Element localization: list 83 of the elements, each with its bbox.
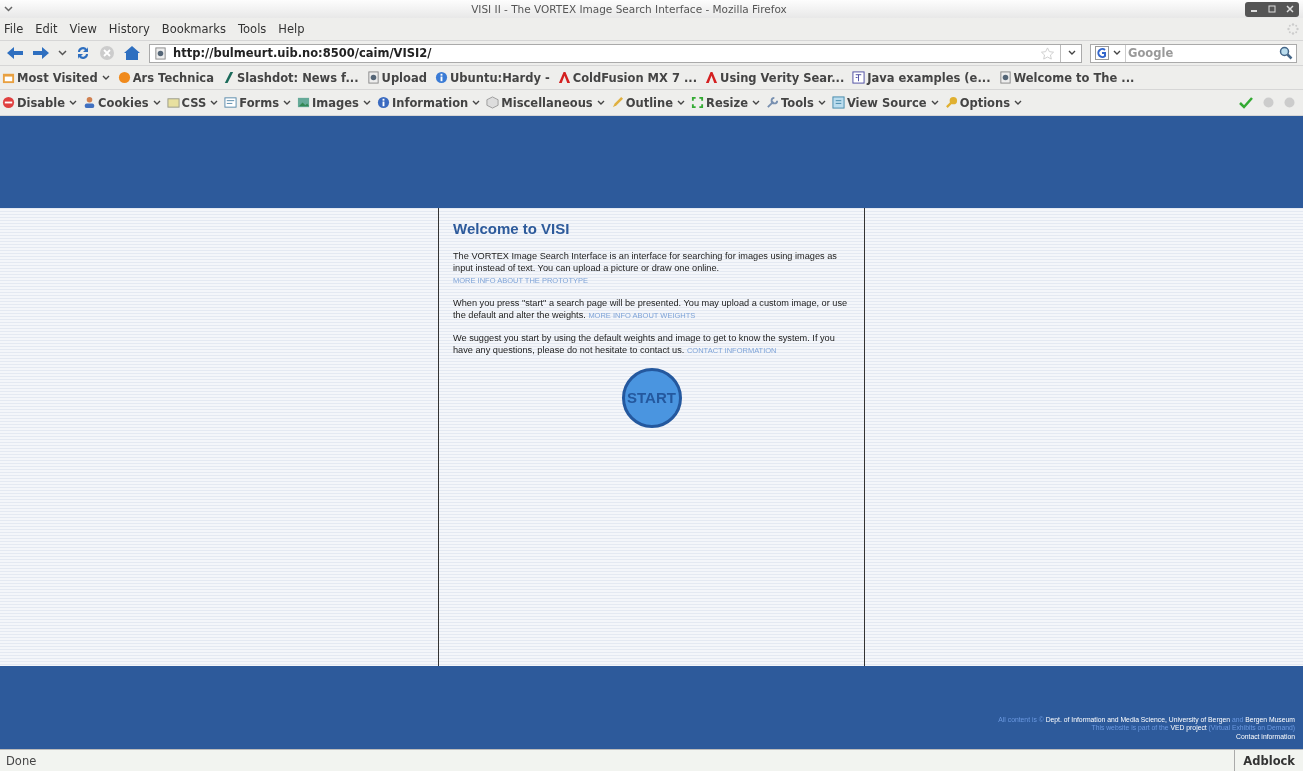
search-field[interactable]: Google [1126,45,1279,61]
caret-icon [677,99,686,106]
search-icon[interactable] [1279,46,1293,60]
menu-item[interactable]: View [69,22,97,36]
caret-icon [210,99,219,106]
form-icon [224,96,238,109]
key-icon [944,96,958,109]
caret-icon [596,99,605,106]
caret-icon [752,99,760,106]
bookmark-item[interactable]: Slashdot: News f... [221,70,359,85]
toolbar-menu[interactable]: Outline [610,95,686,110]
stop-icon [2,96,15,109]
page-icon [154,46,167,60]
caret-icon [1068,50,1076,56]
bookmark-item[interactable]: Ubuntu:Hardy - [434,70,550,85]
engine-logo-icon [1095,46,1109,60]
maximize-icon [1268,5,1276,13]
address-bar[interactable]: http://bulmeurt.uib.no:8500/caim/VISI2/ [149,43,1082,63]
info-icon [434,71,448,84]
tag-icon [166,96,180,109]
menu-item[interactable]: Tools [238,22,267,36]
status-dot-icon [1263,97,1274,108]
info-icon [376,96,390,109]
toolbar-menu[interactable]: Disable [2,95,78,110]
caret-icon [1113,50,1121,56]
bookmark-item[interactable]: Ars Technica [117,70,214,85]
bookmark-item[interactable]: Java examples (e... [852,70,991,85]
close-icon [1286,5,1294,13]
menu-item[interactable]: Edit [35,22,58,36]
caret-icon [101,74,110,81]
circle-logo-icon [117,71,131,84]
history-dropdown-button[interactable] [58,50,67,56]
caret-icon [1014,99,1022,106]
caret-icon [69,99,78,106]
toolbar-menu[interactable]: Miscellaneous [486,95,605,110]
toolbar-menu[interactable]: Cookies [83,95,161,110]
home-button[interactable] [123,45,141,61]
status-dot-icon [1284,97,1295,108]
resize-icon [691,96,705,109]
chevron-icon[interactable] [4,6,13,12]
toolbar-menu[interactable]: Information [376,95,481,110]
page-icon [998,71,1012,84]
document-icon [831,96,845,109]
toolbar-menu[interactable]: Forms [224,95,292,110]
toolbar-menu[interactable]: CSS [166,95,219,110]
page-icon [366,71,380,84]
bookmark-item[interactable]: Welcome to The ... [998,70,1135,85]
caret-icon [283,99,292,106]
bookmark-item[interactable]: ColdFusion MX 7 ... [557,70,698,85]
back-button[interactable] [6,46,24,60]
caret-icon [930,99,939,106]
search-box[interactable]: Google [1090,43,1297,63]
addon-button[interactable]: Adblock [1234,750,1303,771]
menu-item[interactable]: Help [278,22,305,36]
window-title: VISI II - The VORTEX Image Search Interface - Mozilla Firefox [470,3,788,15]
menu-item[interactable]: File [4,22,24,36]
menu-item[interactable]: History [108,22,150,36]
pencil-icon [610,96,624,109]
image-icon [297,96,311,109]
reload-button[interactable] [75,45,91,61]
bookmark-item[interactable]: Most Visited [2,70,110,85]
wrench-icon [766,96,779,109]
folder-icon [2,71,15,84]
page-heading: Welcome to VISI [453,220,571,237]
caret-icon [362,99,371,106]
caret-icon [472,99,481,106]
toolbar-menu[interactable]: Resize [691,95,760,110]
bookmark-item[interactable]: Using Verity Sear... [705,70,845,85]
status-text: Done [5,753,37,768]
cube-icon [486,96,500,109]
bookmark-item[interactable]: Upload [366,70,427,85]
caret-icon [817,99,826,106]
checkmark-icon [1239,96,1253,109]
toolbar-menu[interactable]: Tools [766,95,826,110]
toolbar-menu[interactable]: Options [944,95,1022,110]
person-icon [83,96,97,109]
menu-item[interactable]: Bookmarks [161,22,226,36]
toolbar-menu[interactable]: View Source [831,95,939,110]
throbber-icon [1287,23,1299,35]
toolbar-menu[interactable]: Images [297,95,371,110]
caret-icon [152,99,161,106]
forward-button[interactable] [32,46,50,60]
star-icon[interactable] [1041,46,1054,60]
